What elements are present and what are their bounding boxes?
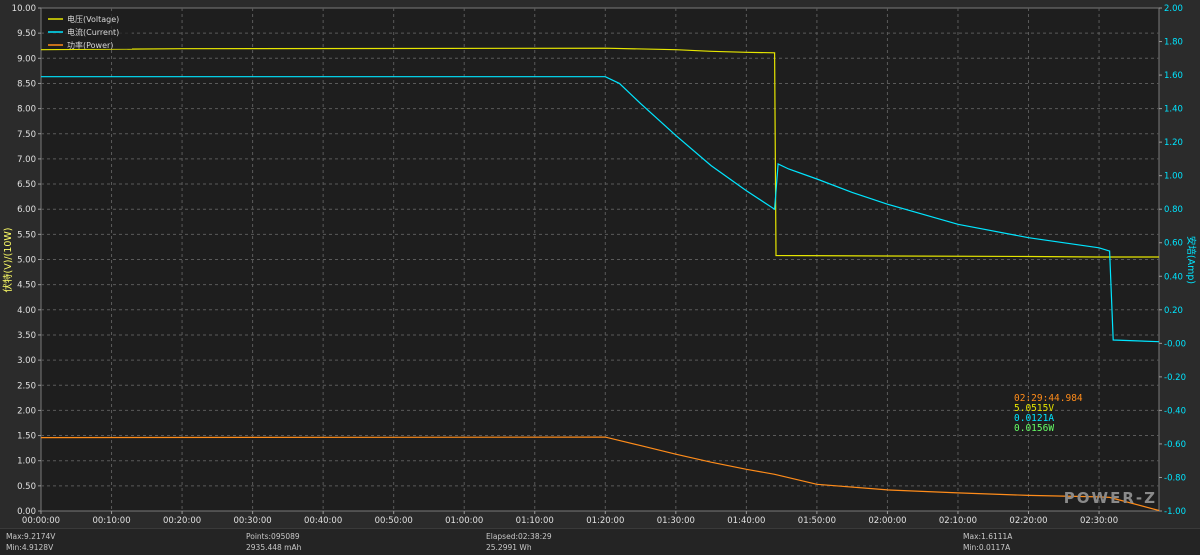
y-tick-left-label: 1.50 (17, 432, 36, 442)
y-tick-left-label: 0.50 (17, 482, 36, 492)
y-tick-right-label: 1.00 (1164, 172, 1183, 182)
x-tick-label: 00:20:00 (163, 516, 201, 526)
status-bar: Max:9.2174V Min:4.9128V Points:095089 29… (0, 528, 1200, 555)
capacity-mah: 2935.448 mAh (246, 543, 302, 552)
y-tick-left-label: 8.00 (17, 105, 36, 115)
y-tick-left-label: 2.50 (17, 381, 36, 391)
x-tick-label: 02:20:00 (1009, 516, 1047, 526)
energy-wh: 25.2991 Wh (486, 543, 532, 552)
min-voltage: Min:4.9128V (6, 543, 54, 552)
y-tick-left-label: 6.50 (17, 180, 36, 190)
legend-item-current[interactable]: 电流(Current) (67, 27, 119, 37)
points-count: Points:095089 (246, 532, 300, 541)
y-tick-right-label: 1.40 (1164, 105, 1183, 115)
x-tick-label: 00:40:00 (304, 516, 342, 526)
x-tick-label: 01:50:00 (798, 516, 836, 526)
x-tick-label: 02:10:00 (939, 516, 977, 526)
y-tick-left-label: 7.50 (17, 130, 36, 140)
legend-item-voltage[interactable]: 电压(Voltage) (67, 14, 119, 24)
max-voltage: Max:9.2174V (6, 532, 56, 541)
elapsed-time: Elapsed:02:38:29 (486, 532, 552, 541)
x-tick-label: 02:00:00 (868, 516, 906, 526)
y-tick-right-label: 1.80 (1164, 38, 1183, 48)
y-tick-left-label: 3.50 (17, 331, 36, 341)
y-tick-left-label: 4.50 (17, 281, 36, 291)
y-tick-left-label: 6.00 (17, 205, 36, 215)
y-axis-left-title: 伏特(V)/(10W) (2, 227, 14, 292)
y-tick-right-label: -0.40 (1164, 406, 1186, 416)
y-tick-right-label: 1.60 (1164, 71, 1183, 81)
x-tick-label: 00:50:00 (375, 516, 413, 526)
y-tick-left-label: 3.00 (17, 356, 36, 366)
y-tick-right-label: 0.80 (1164, 205, 1183, 215)
x-tick-label: 00:30:00 (234, 516, 272, 526)
power-chart: 0.000.501.001.502.002.503.003.504.004.50… (0, 0, 1200, 528)
min-current: Min:0.0117A (963, 543, 1011, 552)
x-tick-label: 01:10:00 (516, 516, 554, 526)
max-current: Max:1.6111A (963, 532, 1013, 541)
y-tick-left-label: 5.00 (17, 256, 36, 266)
y-tick-right-label: -1.00 (1164, 507, 1186, 517)
y-tick-left-label: 8.50 (17, 79, 36, 89)
y-tick-right-label: 2.00 (1164, 4, 1183, 14)
x-tick-label: 01:00:00 (445, 516, 483, 526)
legend[interactable]: 电压(Voltage) 电流(Current) 功率(Power) (46, 11, 132, 50)
y-tick-right-label: 0.60 (1164, 239, 1183, 249)
y-tick-left-label: 1.00 (17, 457, 36, 467)
y-tick-left-label: 7.00 (17, 155, 36, 165)
y-tick-right-label: -0.00 (1164, 339, 1186, 349)
y-tick-right-label: -0.80 (1164, 473, 1186, 483)
y-tick-right-label: -0.60 (1164, 440, 1186, 450)
y-tick-left-label: 5.50 (17, 230, 36, 240)
x-tick-label: 00:00:00 (22, 516, 60, 526)
cursor-power: 0.0156W (1014, 423, 1054, 434)
y-tick-left-label: 4.00 (17, 306, 36, 316)
x-tick-label: 01:20:00 (586, 516, 624, 526)
y-tick-left-label: 9.00 (17, 54, 36, 64)
x-tick-label: 02:30:00 (1080, 516, 1118, 526)
y-tick-right-label: -0.20 (1164, 373, 1186, 383)
watermark-logo: POWER-Z (1064, 489, 1157, 507)
y-tick-left-label: 9.50 (17, 29, 36, 39)
x-tick-label: 01:40:00 (727, 516, 765, 526)
y-tick-right-label: 1.20 (1164, 138, 1183, 148)
x-tick-label: 00:10:00 (92, 516, 130, 526)
y-tick-left-label: 2.00 (17, 406, 36, 416)
x-tick-label: 01:30:00 (657, 516, 695, 526)
y-tick-left-label: 10.00 (12, 4, 36, 14)
y-tick-right-label: 0.20 (1164, 306, 1183, 316)
y-axis-right-title: 安培(Amp) (1185, 236, 1197, 284)
y-tick-right-label: 0.40 (1164, 272, 1183, 282)
legend-item-power[interactable]: 功率(Power) (67, 40, 113, 50)
